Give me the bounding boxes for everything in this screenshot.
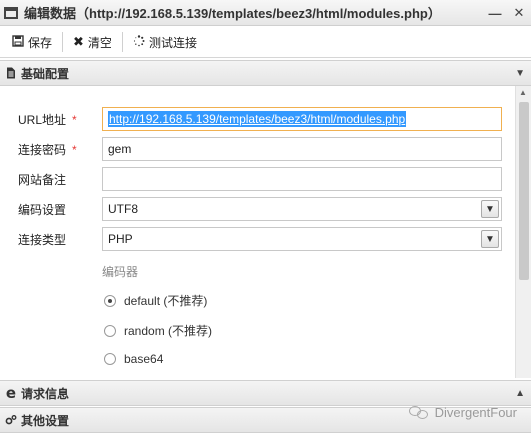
document-icon (5, 67, 17, 79)
radio-selected-dot (108, 298, 112, 303)
save-button-label: 保存 (28, 35, 53, 50)
save-button[interactable]: 保存 (6, 30, 58, 54)
chevron-down-icon: ▼ (515, 67, 525, 79)
window-titlebar: 编辑数据（http://192.168.5.139/templates/beez… (0, 0, 531, 26)
minimize-icon[interactable]: — (487, 5, 503, 21)
basic-config-form: URL地址 * http://192.168.5.139/templates/be… (0, 86, 515, 378)
encoding-label: 编码设置 (18, 202, 67, 217)
section-request-label: 请求信息 (21, 386, 70, 401)
connection-type-value: PHP (108, 232, 133, 246)
close-icon[interactable]: ✕ (511, 5, 527, 21)
connection-type-row: 连接类型 PHP ▼ (0, 226, 515, 252)
chevron-down-icon[interactable]: ▼ (481, 200, 499, 218)
scroll-up-icon[interactable]: ▲ (519, 88, 527, 97)
url-row: URL地址 * http://192.168.5.139/templates/be… (0, 106, 515, 132)
encoder-option-base64[interactable]: base64 (104, 352, 163, 366)
section-other-label: 其他设置 (21, 413, 70, 428)
chevron-up-icon: ▲ (515, 387, 525, 399)
note-input[interactable] (102, 167, 502, 191)
window-title: 编辑数据（http://192.168.5.139/templates/beez… (24, 6, 441, 21)
connection-type-select[interactable]: PHP ▼ (102, 227, 502, 251)
spinner-icon (133, 34, 145, 50)
toolbar: 保存 ✖ 清空 测试连接 (0, 27, 531, 58)
encoder-option-label: random (不推荐) (124, 324, 213, 338)
radio-button[interactable] (104, 294, 116, 307)
toolbar-divider (62, 32, 64, 52)
wechat-icon (408, 405, 429, 420)
password-label: 连接密码 (18, 142, 67, 157)
encoding-select-value: UTF8 (108, 202, 138, 216)
password-input-value: gem (108, 142, 132, 156)
section-request-info[interactable]: e 请求信息 ▲ (0, 380, 531, 406)
ie-icon: e (5, 384, 17, 402)
watermark-text: DivergentFour (434, 405, 517, 420)
chevron-down-icon[interactable]: ▼ (481, 230, 499, 248)
scrollbar-thumb[interactable] (519, 102, 529, 280)
encoding-row: 编码设置 UTF8 ▼ (0, 196, 515, 222)
toolbar-divider (121, 32, 123, 52)
section-basic-label: 基础配置 (21, 66, 70, 81)
section-basic-config[interactable]: 基础配置 ▼ (0, 60, 531, 86)
url-input[interactable]: http://192.168.5.139/templates/beez3/htm… (102, 107, 502, 131)
note-label: 网站备注 (18, 172, 67, 187)
encoder-option-label: base64 (124, 352, 164, 366)
clear-icon: ✖ (73, 34, 84, 49)
radio-button[interactable] (104, 353, 116, 365)
encoder-option-default[interactable]: default (不推荐) (104, 292, 207, 309)
url-label: URL地址 (18, 112, 67, 127)
test-connection-button[interactable]: 测试连接 (127, 30, 203, 54)
url-input-value: http://192.168.5.139/templates/beez3/htm… (108, 111, 407, 127)
required-mark: * (72, 112, 77, 127)
watermark: DivergentFour (408, 405, 517, 420)
required-mark: * (72, 142, 77, 157)
test-connection-label: 测试连接 (148, 35, 197, 50)
radio-button[interactable] (104, 324, 116, 337)
encoder-title: 编码器 (102, 265, 139, 279)
gears-icon (5, 414, 17, 426)
clear-button[interactable]: ✖ 清空 (67, 30, 118, 54)
encoder-option-label: default (不推荐) (124, 294, 208, 308)
encoding-select[interactable]: UTF8 ▼ (102, 197, 502, 221)
note-row: 网站备注 (0, 166, 515, 192)
form-scrollbar[interactable]: ▲ (515, 86, 531, 378)
window-icon (4, 6, 18, 19)
password-row: 连接密码 * gem (0, 136, 515, 162)
password-input[interactable]: gem (102, 137, 502, 161)
encoder-option-random[interactable]: random (不推荐) (104, 322, 212, 339)
clear-button-label: 清空 (87, 35, 112, 50)
connection-type-label: 连接类型 (18, 232, 67, 247)
save-icon (12, 34, 24, 50)
